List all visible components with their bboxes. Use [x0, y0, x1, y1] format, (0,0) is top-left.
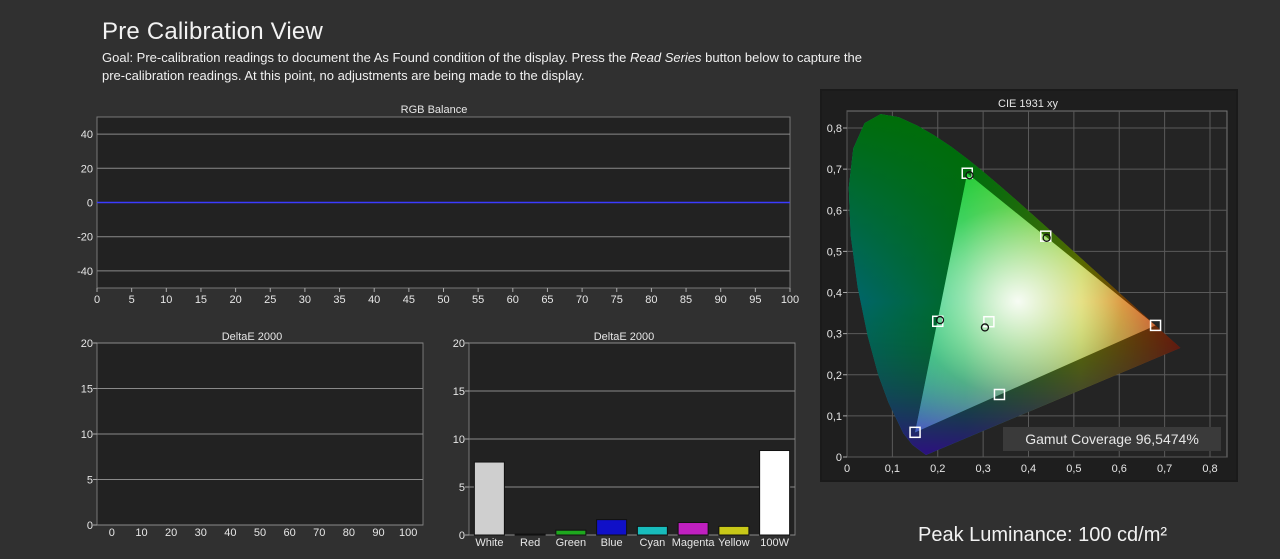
gamut-coverage-label: Gamut Coverage 96,5474%: [1025, 431, 1199, 447]
y-tick-label: 0: [836, 452, 842, 464]
y-tick-label: 0,4: [827, 288, 842, 300]
peak-luminance-label: Peak Luminance: 100 cd/m²: [918, 524, 1168, 546]
x-tick-label: 0: [844, 463, 850, 475]
cie-title: CIE 1931 xy: [998, 98, 1058, 110]
x-tick-label: 0,3: [975, 463, 990, 475]
x-tick-label: 0,1: [885, 463, 900, 475]
x-tick-label: 0,8: [1202, 463, 1217, 475]
y-tick-label: 0,3: [827, 329, 842, 341]
y-tick-label: 0,1: [827, 411, 842, 423]
y-tick-label: 0,5: [827, 246, 842, 258]
x-tick-label: 0,6: [1112, 463, 1127, 475]
y-tick-label: 0,7: [827, 164, 842, 176]
x-tick-label: 0,4: [1021, 463, 1036, 475]
y-tick-label: 0,2: [827, 370, 842, 382]
x-tick-label: 0,5: [1066, 463, 1081, 475]
x-tick-label: 0,7: [1157, 463, 1172, 475]
y-tick-label: 0,8: [827, 123, 842, 135]
y-tick-label: 0,6: [827, 205, 842, 217]
cie-1931-chart: CIE 1931 xy 0,8 0,7 0,6 0,5 0,4 0,3 0,2 0,1 0 0 0…: [827, 98, 1228, 475]
x-tick-label: 0,2: [930, 463, 945, 475]
